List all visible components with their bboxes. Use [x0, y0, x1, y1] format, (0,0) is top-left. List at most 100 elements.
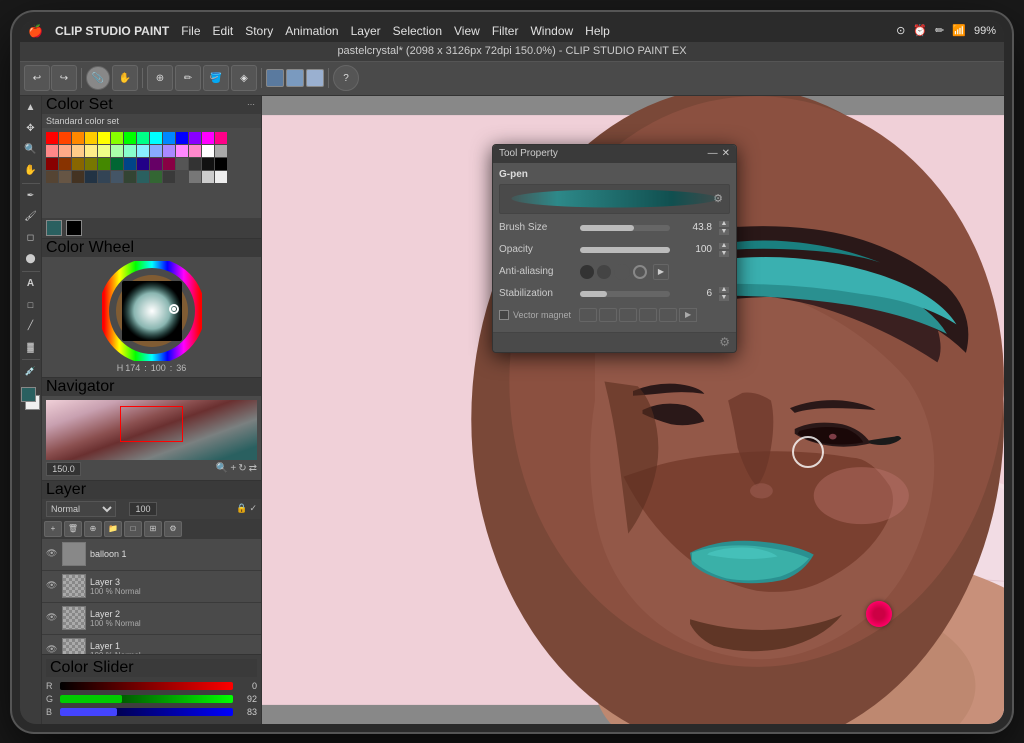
swatch-light-red[interactable] [46, 145, 58, 157]
swatch-dark-brown[interactable] [72, 171, 84, 183]
swatch-dark-blue[interactable] [176, 132, 188, 144]
apple-menu[interactable]: 🍎 [28, 24, 43, 38]
toolbar-btn-pen-a[interactable] [266, 69, 284, 87]
swatch-light-purple[interactable] [176, 145, 188, 157]
aa-dot-3[interactable] [614, 264, 630, 280]
layer-eye-balloon1[interactable]: 👁 [46, 548, 58, 560]
swatch-dark-green[interactable] [98, 158, 110, 170]
menu-story[interactable]: Story [245, 24, 273, 38]
swatch-maroon[interactable] [163, 158, 175, 170]
swatch-dark-red[interactable] [46, 158, 58, 170]
layer-eye-3[interactable]: 👁 [46, 580, 58, 592]
swatch-white[interactable] [202, 145, 214, 157]
layer-eye-2[interactable]: 👁 [46, 612, 58, 624]
aa-dot-4[interactable] [633, 265, 647, 279]
swatch-navy[interactable] [124, 158, 136, 170]
swatch-lavender[interactable] [163, 145, 175, 157]
swatch-gray[interactable] [215, 145, 227, 157]
swatch-orange-red[interactable] [59, 132, 71, 144]
menu-edit[interactable]: Edit [213, 24, 234, 38]
tool-pen[interactable]: ✒ [21, 186, 41, 206]
swatch-purple[interactable] [189, 132, 201, 144]
layer-item-balloon1[interactable]: 👁 balloon 1 [42, 539, 261, 571]
swatch-light-gray[interactable] [202, 171, 214, 183]
swatch-peach[interactable] [72, 145, 84, 157]
swatch-orange[interactable] [72, 132, 84, 144]
swatch-sky-blue[interactable] [137, 145, 149, 157]
layer-delete-btn[interactable]: 🗑 [64, 521, 82, 537]
stabilization-up[interactable]: ▲ [718, 286, 730, 294]
navigator-rotate[interactable]: ↻ [238, 463, 246, 474]
color-wheel-svg[interactable] [102, 261, 202, 361]
swatch-tan[interactable] [46, 171, 58, 183]
layer-ref-btn[interactable]: ⊞ [144, 521, 162, 537]
layer-eye-1[interactable]: 👁 [46, 644, 58, 654]
navigator-flip[interactable]: ⇄ [249, 463, 257, 474]
tool-text[interactable]: A [21, 274, 41, 294]
toolbar-btn-transform[interactable]: ⊕ [147, 65, 173, 91]
vm-btn-2[interactable] [599, 308, 617, 322]
menu-help[interactable]: Help [585, 24, 610, 38]
toolbar-btn-undo[interactable]: ↩ [24, 65, 50, 91]
swatch-magenta[interactable] [202, 132, 214, 144]
layer-merge-btn[interactable]: ⊕ [84, 521, 102, 537]
swatch-red[interactable] [46, 132, 58, 144]
tool-select[interactable]: ▲ [21, 98, 41, 118]
brush-size-down[interactable]: ▼ [718, 228, 730, 236]
swatch-lime[interactable] [111, 132, 123, 144]
layer-item-1[interactable]: 👁 Layer 1 100 % Normal [42, 635, 261, 654]
layer-opacity-input[interactable] [129, 502, 157, 516]
slider-b-track[interactable] [60, 708, 233, 716]
swatch-yellow-green[interactable] [98, 145, 110, 157]
tool-line[interactable]: ╱ [21, 316, 41, 336]
vm-btn-5[interactable] [659, 308, 677, 322]
aa-arrow[interactable]: ▶ [653, 264, 669, 280]
tool-zoom[interactable]: 🔍 [21, 140, 41, 160]
swatch-green[interactable] [124, 132, 136, 144]
swatch-forest[interactable] [111, 158, 123, 170]
tool-eyedropper[interactable]: 💉 [21, 362, 41, 382]
swatch-periwinkle[interactable] [150, 145, 162, 157]
tool-shape[interactable]: □ [21, 295, 41, 315]
menu-window[interactable]: Window [530, 24, 573, 38]
menu-file[interactable]: File [181, 24, 200, 38]
menu-layer[interactable]: Layer [351, 24, 381, 38]
swatch-blue-gray[interactable] [111, 171, 123, 183]
vm-btn-3[interactable] [619, 308, 637, 322]
swatch-bright-yellow[interactable] [98, 132, 110, 144]
swatch-mint[interactable] [137, 132, 149, 144]
tool-move[interactable]: ✥ [21, 119, 41, 139]
tool-fill[interactable]: ⬤ [21, 249, 41, 269]
stabilization-down[interactable]: ▼ [718, 294, 730, 302]
tool-gradient[interactable]: ▓ [21, 337, 41, 357]
layer-mask-btn[interactable]: □ [124, 521, 142, 537]
toolbar-btn-redo[interactable]: ↪ [51, 65, 77, 91]
toolbar-btn-help[interactable]: ? [333, 65, 359, 91]
color-set-menu-icon[interactable]: ⋯ [245, 99, 257, 111]
layer-lock-icon[interactable]: 🔒 [236, 503, 247, 514]
layer-blend-mode[interactable]: Normal [46, 501, 116, 517]
opacity-slider[interactable] [580, 247, 670, 253]
vm-checkbox[interactable] [499, 310, 509, 320]
swatch-darker-gray[interactable] [189, 158, 201, 170]
tool-hand[interactable]: ✋ [21, 161, 41, 181]
toolbar-btn-pen-b[interactable] [286, 69, 304, 87]
swatch-cyan[interactable] [150, 132, 162, 144]
swatch-dark-olive[interactable] [124, 171, 136, 183]
swatch-slate[interactable] [85, 171, 97, 183]
swatch-teal[interactable] [137, 171, 149, 183]
layer-new-btn[interactable]: + [44, 521, 62, 537]
color-wheel-header[interactable]: Color Wheel [42, 239, 261, 257]
stabilization-slider[interactable] [580, 291, 670, 297]
tool-brush[interactable]: 🖌 [21, 207, 41, 227]
swatch-brown[interactable] [59, 158, 71, 170]
swatch-near-black[interactable] [202, 158, 214, 170]
swatch-pink[interactable] [215, 132, 227, 144]
swatch-steel[interactable] [98, 171, 110, 183]
toolbar-btn-bucket[interactable]: 🪣 [203, 65, 229, 91]
layer-settings-btn[interactable]: ⚙ [164, 521, 182, 537]
slider-r-track[interactable] [60, 682, 233, 690]
vm-arrow-btn[interactable]: ▶ [679, 308, 697, 322]
menu-filter[interactable]: Filter [492, 24, 519, 38]
layer-item-2[interactable]: 👁 Layer 2 100 % Normal [42, 603, 261, 635]
